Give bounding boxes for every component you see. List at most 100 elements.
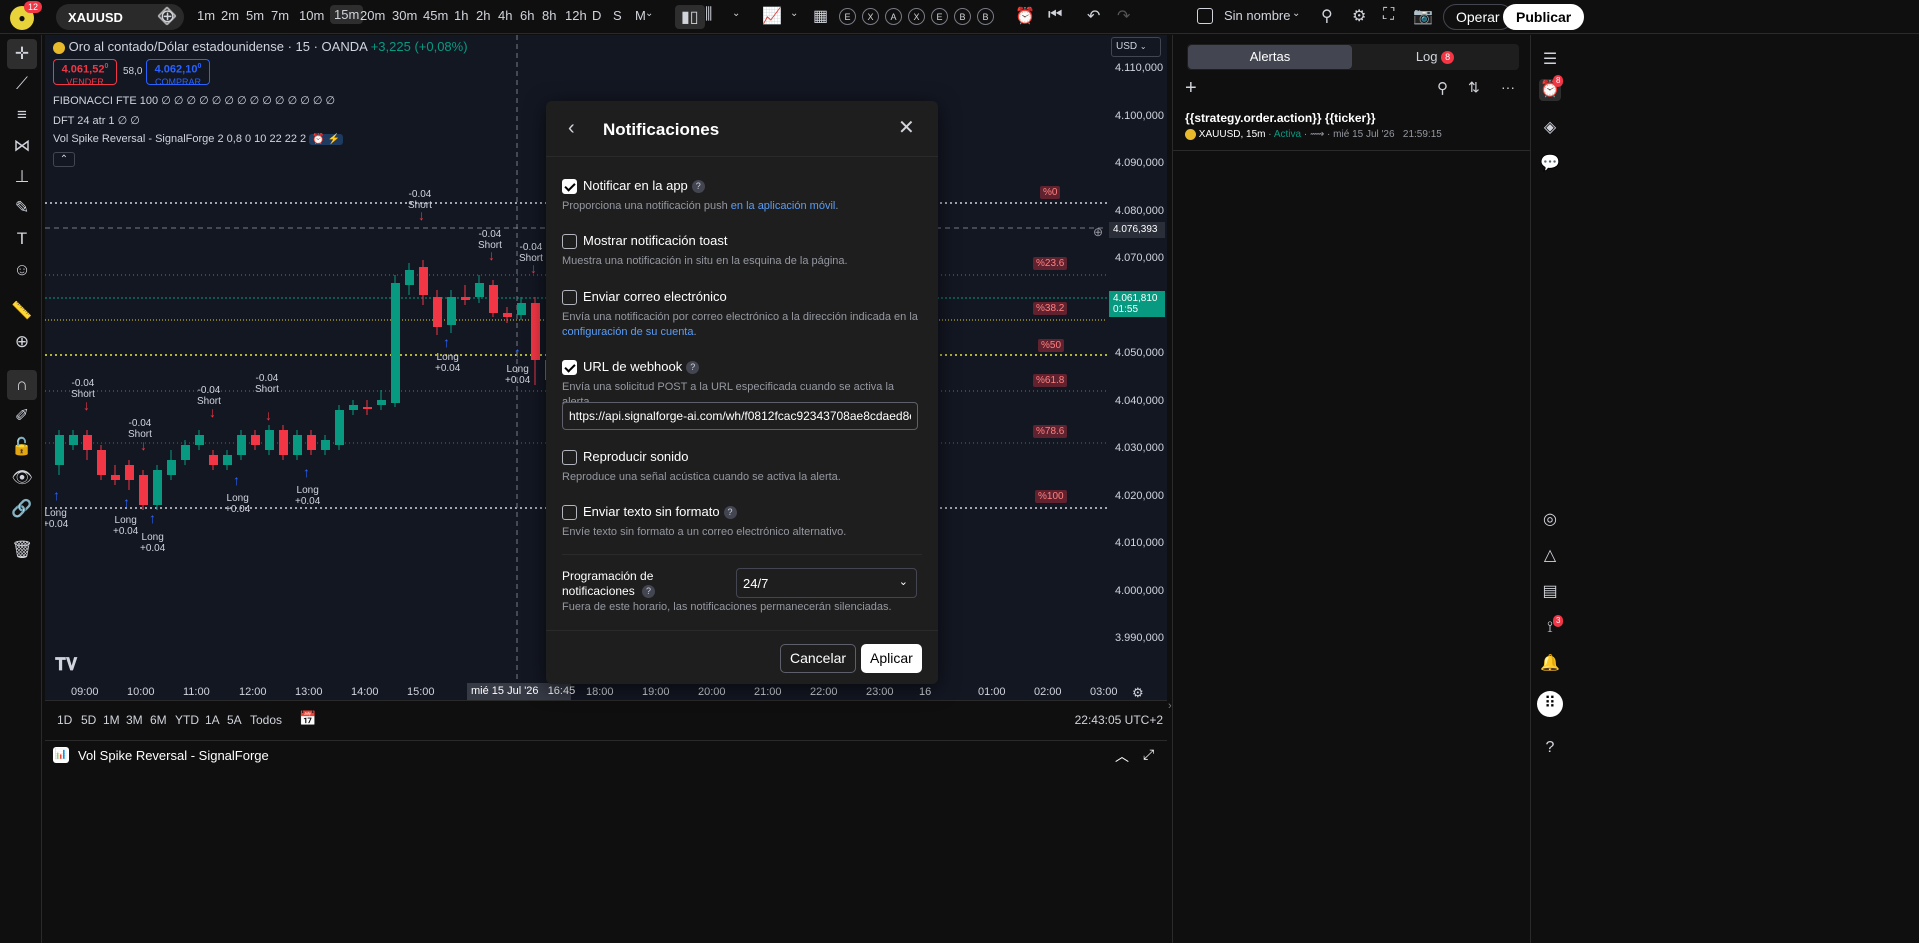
chat-icon[interactable]: 💬 (1539, 153, 1561, 175)
option-link[interactable]: en la aplicación móvil (731, 200, 836, 212)
layout-grid-icon[interactable]: ▦ (813, 6, 828, 26)
option-label[interactable]: Reproducir sonido (583, 449, 689, 464)
schedule-select[interactable]: 24/7 ⌄ (736, 568, 917, 598)
option-label[interactable]: Notificar en la app? (583, 178, 705, 194)
clock-display[interactable]: 22:43:05 UTC+2 (1075, 713, 1163, 727)
currency-select[interactable]: USD ⌄ (1111, 37, 1161, 57)
layout-icon[interactable] (1197, 8, 1213, 24)
crosshair-icon[interactable]: ✛ (7, 39, 37, 69)
indicator-template-0[interactable]: E (839, 8, 856, 25)
indicator-fibonacci[interactable]: FIBONACCI FTE 100 ∅ ∅ ∅ ∅ ∅ ∅ ∅ ∅ ∅ ∅ ∅ … (53, 94, 335, 107)
add-symbol-icon[interactable]: ⊕ (160, 6, 175, 27)
range-5A[interactable]: 5A (227, 713, 242, 727)
option-checkbox[interactable] (562, 234, 577, 249)
interval-2h[interactable]: 2h (476, 8, 490, 23)
alert-list-item[interactable]: {{strategy.order.action}} {{ticker}} XAU… (1173, 103, 1530, 151)
search-icon[interactable]: ⚲ (1437, 79, 1448, 97)
calendar-icon[interactable]: ▤ (1539, 581, 1561, 603)
chevron-down-icon[interactable]: ⌄ (732, 8, 740, 19)
interval-D[interactable]: D (592, 8, 601, 23)
strategy-alert-icon[interactable]: ⏰ ⚡ (309, 134, 343, 145)
interval-2m[interactable]: 2m (221, 8, 239, 23)
help-icon[interactable]: ? (642, 585, 656, 599)
interval-1h[interactable]: 1h (454, 8, 468, 23)
zoom-icon[interactable]: ⊕ (11, 331, 33, 353)
search-icon[interactable]: ⚲ (1321, 6, 1333, 26)
tab-alerts[interactable]: Alertas (1188, 45, 1352, 69)
chevron-down-icon[interactable]: ⌄ (1292, 8, 1300, 19)
range-YTD[interactable]: YTD (175, 713, 199, 727)
interval-4h[interactable]: 4h (498, 8, 512, 23)
chart-type-icon[interactable]: 📈 (762, 6, 782, 26)
candles-icon[interactable]: ▮▯ (675, 5, 705, 29)
pattern-icon[interactable]: ⋈ (11, 135, 33, 157)
lock-icon[interactable]: 🔓 (11, 436, 33, 458)
close-icon[interactable]: ✕ (898, 115, 915, 140)
target-icon[interactable]: ◎ (1539, 509, 1561, 531)
indicator-template-5[interactable]: B (954, 8, 971, 25)
trend-line-icon[interactable]: ⟋ (11, 73, 33, 95)
option-checkbox[interactable] (562, 360, 577, 375)
fib-icon[interactable]: ≡ (11, 104, 33, 126)
interval-10m[interactable]: 10m (299, 8, 324, 23)
strategy-name[interactable]: Vol Spike Reversal - SignalForge (78, 748, 269, 763)
chevron-down-icon[interactable]: ⌄ (645, 8, 653, 19)
projection-icon[interactable]: ⊥ (11, 166, 33, 188)
range-1M[interactable]: 1M (103, 713, 120, 727)
interval-6h[interactable]: 6h (520, 8, 534, 23)
cancel-button[interactable]: Cancelar (780, 644, 857, 673)
range-1A[interactable]: 1A (205, 713, 220, 727)
interval-45m[interactable]: 45m (423, 8, 448, 23)
indicator-template-1[interactable]: X (862, 8, 879, 25)
tab-log[interactable]: Log 8 (1353, 45, 1517, 69)
option-label[interactable]: Enviar texto sin formato? (583, 504, 737, 520)
watchlist-icon[interactable]: ☰ (1539, 49, 1561, 71)
webhook-url-input[interactable] (562, 402, 918, 430)
emoji-icon[interactable]: ☺ (11, 259, 33, 281)
notifications-bell-icon[interactable]: 🔔 (1539, 653, 1561, 675)
interval-7m[interactable]: 7m (271, 8, 289, 23)
magnet-icon[interactable]: ∩ (7, 370, 37, 400)
option-checkbox[interactable] (562, 179, 577, 194)
interval-20m[interactable]: 20m (360, 8, 385, 23)
range-Todos[interactable]: Todos (250, 713, 282, 727)
camera-icon[interactable]: 📷 (1413, 6, 1433, 26)
help-icon[interactable]: ? (686, 361, 700, 375)
interval-15m[interactable]: 15m (330, 5, 364, 24)
indicator-template-4[interactable]: E (931, 8, 948, 25)
option-checkbox[interactable] (562, 505, 577, 520)
help-icon[interactable]: ? (691, 180, 705, 194)
apps-grid-icon[interactable]: ⠿ (1537, 691, 1563, 717)
sell-button[interactable]: 4.061,520 VENDER (53, 59, 117, 87)
apply-button[interactable]: Aplicar (861, 644, 922, 673)
range-6M[interactable]: 6M (150, 713, 167, 727)
indicator-template-2[interactable]: A (885, 8, 902, 25)
option-link[interactable]: configuración de su cuenta (562, 326, 693, 338)
gear-icon[interactable]: ⚙ (1352, 6, 1366, 26)
eye-icon[interactable]: 👁 (11, 467, 33, 489)
indicator-dft[interactable]: DFT 24 atr 1 ∅ ∅ (53, 114, 140, 127)
option-label[interactable]: URL de webhook? (583, 359, 700, 375)
range-3M[interactable]: 3M (126, 713, 143, 727)
replay-icon[interactable]: ⏮ (1048, 6, 1062, 24)
alert-clock-icon[interactable]: ⏰ (1015, 6, 1035, 26)
text-icon[interactable]: T (11, 228, 33, 250)
indicator-strategy[interactable]: Vol Spike Reversal - SignalForge 2 0,8 0… (53, 133, 343, 145)
sort-icon[interactable]: ⇅ (1468, 79, 1480, 96)
indicator-template-3[interactable]: X (908, 8, 925, 25)
buy-button[interactable]: 4.062,100 COMPRAR (146, 59, 210, 87)
indicators-bar-icon[interactable]: ⫼ (705, 6, 712, 24)
collapse-legend-button[interactable]: ⌃ (53, 152, 75, 167)
interval-30m[interactable]: 30m (392, 8, 417, 23)
interval-S[interactable]: S (613, 8, 622, 23)
publish-button[interactable]: Publicar (1503, 4, 1585, 30)
trash-icon[interactable]: 🗑 (11, 539, 33, 561)
indicator-template-6[interactable]: B (977, 8, 994, 25)
option-label[interactable]: Enviar correo electrónico (583, 289, 727, 304)
option-checkbox[interactable] (562, 290, 577, 305)
strategy-tester-icon[interactable]: 📊 (53, 747, 69, 763)
back-arrow-icon[interactable]: ‹ (568, 117, 575, 140)
fullscreen-icon[interactable]: ⛶ (1383, 6, 1394, 24)
range-1D[interactable]: 1D (57, 713, 72, 727)
option-checkbox[interactable] (562, 450, 577, 465)
